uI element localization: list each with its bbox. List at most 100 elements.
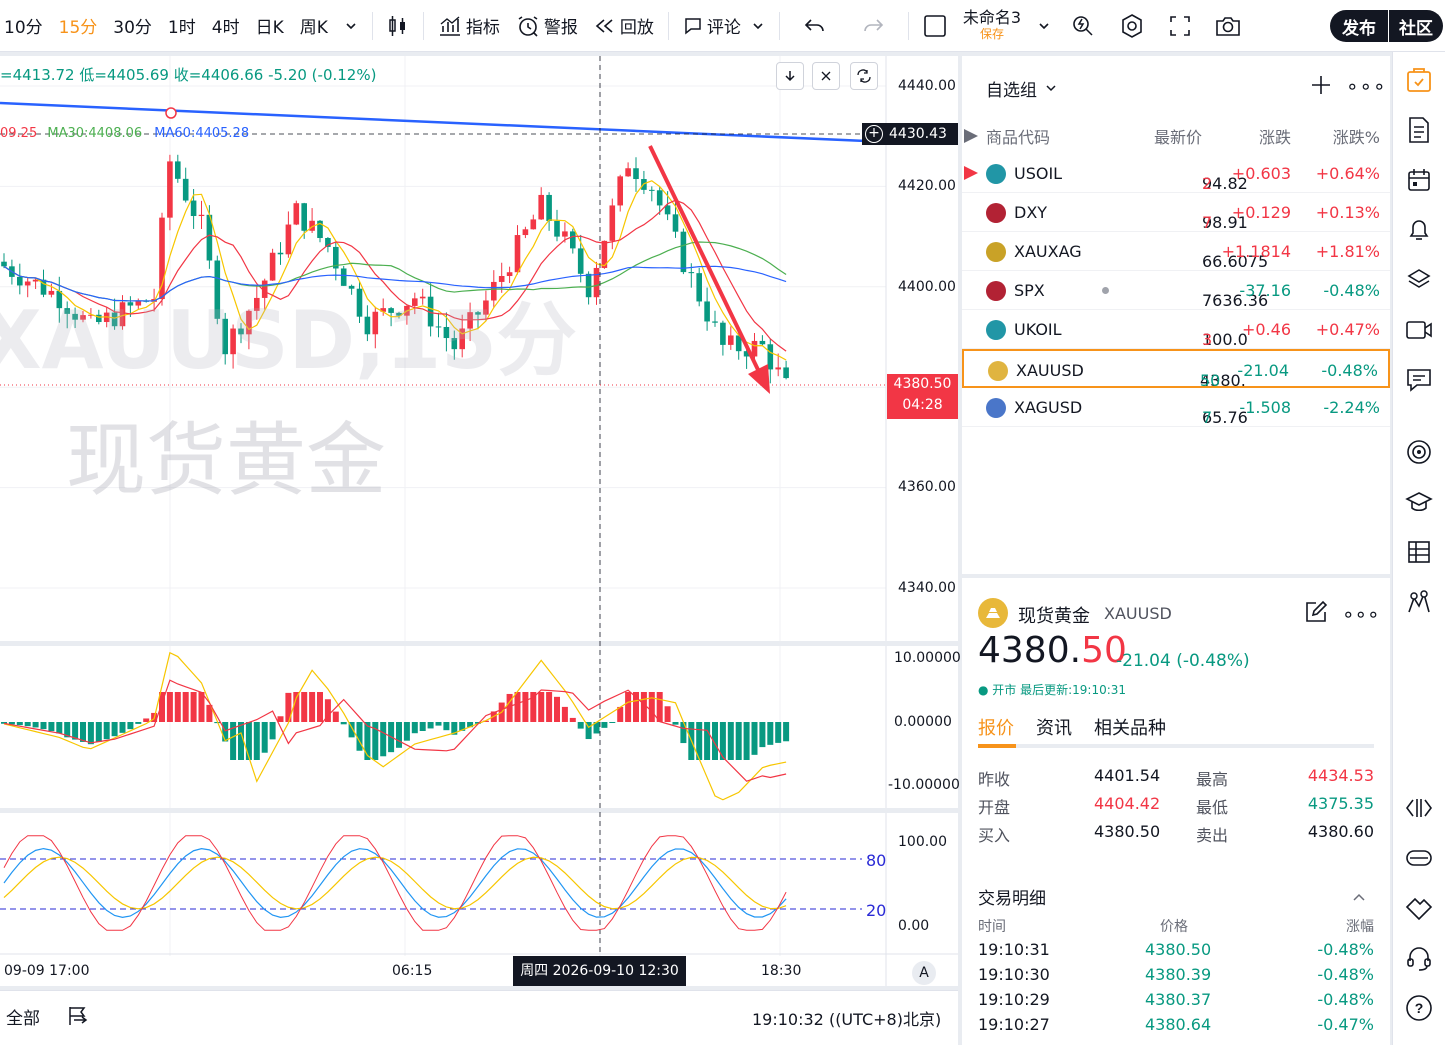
undo-button[interactable] [786,0,844,52]
auto-scale-button[interactable]: A [912,961,936,985]
price-tick: 4440.00 [898,78,956,94]
layers-side-icon[interactable] [1405,266,1433,294]
macd-histogram-bar [743,722,750,760]
collapse-button[interactable] [812,62,840,90]
news-side-icon[interactable] [1405,116,1433,144]
community-button[interactable]: 社区 [1389,10,1443,42]
layout-name-button[interactable]: 未命名3 保存 [955,0,1029,52]
interval-15m[interactable]: 15分 [51,0,106,52]
interval-1d[interactable]: 日K [248,0,292,52]
layout-chevron-down-icon[interactable] [1029,0,1059,52]
watchlist-row-usoil[interactable]: USOIL 94.82 2 +0.603 +0.64% [962,154,1390,193]
price-chart-canvas[interactable] [0,56,958,986]
bell-side-icon[interactable] [1405,216,1433,244]
video-side-icon[interactable] [1405,316,1433,344]
pane-separator [0,808,958,813]
macd-histogram-bar [174,692,181,722]
chevron-up-icon[interactable] [1352,888,1366,907]
candle-type-icon[interactable] [379,0,417,52]
watchlist-header: 商品代码 最新价 涨跌 涨跌% [962,122,1390,148]
settings-button[interactable] [1107,0,1157,52]
macd-histogram-bar [293,692,300,722]
macd-histogram-bar [609,722,616,723]
candle-body [175,161,181,179]
macd-tick: 0.00000 [894,714,952,730]
mask-side-icon[interactable] [1405,844,1433,872]
macd-histogram-bar [601,722,608,728]
chart-area[interactable]: XAUUSD,15分 现货黄金 =4413.72 低=4405.69 收=440… [0,56,961,986]
interval-30m[interactable]: 30分 [105,0,160,52]
candle-body [609,205,616,241]
watchlist-title[interactable]: 自选组 [986,76,1057,101]
watchlist-row-xauxag[interactable]: XAUXAG 66.6075 +1.1814 +1.81% [962,232,1390,271]
candle-body [546,194,552,221]
tab-quote[interactable]: 报价 [978,714,1014,740]
range-all-button[interactable]: 全部 [6,1004,40,1029]
row-symbol: XAUUSD [1016,361,1084,380]
watchlist-row-xagusd[interactable]: XAGUSD 65.76 7 -1.508 -2.24% [962,388,1390,427]
calendar-side-icon[interactable] [1405,166,1433,194]
macd-histogram-bar [190,692,197,722]
headset-side-icon[interactable] [1405,944,1433,972]
plus-circle-icon[interactable]: + [865,125,883,143]
interval-4h[interactable]: 4时 [204,0,248,52]
publish-button[interactable]: 发布 [1330,10,1388,42]
top-toolbar: 10分 15分 30分 1时 4时 日K 周K 指标 警报 回放 评论 未命名3… [0,0,1445,52]
edit-icon[interactable] [1304,600,1328,628]
col-change[interactable]: 涨跌 [1259,124,1291,148]
watchlist-row-dxy[interactable]: DXY 98.91 7 +0.129 +0.13% [962,193,1390,232]
interval-1h[interactable]: 1时 [160,0,204,52]
tab-related[interactable]: 相关品种 [1094,714,1166,740]
fullscreen-button[interactable] [1157,0,1203,52]
candle-body [182,178,189,201]
add-symbol-icon[interactable] [1310,74,1332,100]
macd-histogram-bar [561,706,568,722]
interval-10m[interactable]: 10分 [0,0,51,52]
tab-news[interactable]: 资讯 [1036,714,1072,740]
macd-histogram-bar [751,722,758,755]
replay-button[interactable]: 回放 [586,0,662,52]
row-price-tail: 7 [1202,408,1213,427]
handshake-side-icon[interactable] [1405,894,1433,922]
help-side-icon[interactable]: ? [1405,994,1433,1022]
macd-histogram-bar [95,722,102,742]
target-side-icon[interactable] [1405,438,1433,466]
interval-1w[interactable]: 周K [292,0,336,52]
network-side-icon[interactable] [1405,588,1433,616]
watchlist-row-ukoil[interactable]: UKOIL 100.0 3 +0.46 +0.47% [962,310,1390,349]
clock-readout[interactable]: 19:10:32 ((UTC+8)北京) [752,1006,941,1030]
macd-histogram-bar [656,692,663,722]
candle-body [277,252,284,255]
trendline-anchor [165,107,177,119]
trade-pct: -0.48% [1317,990,1374,1009]
table-side-icon[interactable] [1405,538,1433,566]
indicators-button[interactable]: 指标 [430,0,508,52]
candle-body [198,214,205,217]
macd-histogram-bar [143,718,150,722]
screenshot-button[interactable] [1203,0,1253,52]
comment-button[interactable]: 评论 [675,0,773,52]
col-change-pct[interactable]: 涨跌% [1333,124,1380,148]
chat-side-icon[interactable] [1405,366,1433,394]
goto-date-icon[interactable] [66,1004,90,1033]
more-icon[interactable]: ∘∘∘ [1346,74,1387,98]
stat-label: 最高 [1196,770,1229,789]
row-symbol: DXY [1014,203,1048,222]
education-side-icon[interactable] [1405,488,1433,516]
col-last[interactable]: 最新价 [1154,124,1202,148]
alert-button[interactable]: 警报 [508,0,586,52]
code-side-icon[interactable] [1405,794,1433,822]
more-icon[interactable]: ∘∘∘ [1342,602,1380,626]
redo-button[interactable] [844,0,902,52]
scroll-down-button[interactable] [776,62,804,90]
quick-search-button[interactable] [1059,0,1107,52]
layout-square-button[interactable] [915,0,955,52]
watchlist-row-spx[interactable]: SPX 7636.36 -37.16 -0.48% [962,271,1390,310]
interval-dropdown-chevron-icon[interactable] [336,0,366,52]
reset-chart-button[interactable] [850,62,878,90]
macd-histogram-bar [767,722,774,745]
watchlist-side-icon[interactable] [1405,66,1433,94]
col-symbol[interactable]: 商品代码 [986,124,1050,148]
watchlist-row-xauusd[interactable]: XAUUSD 4380. 50 -21.04 -0.48% [962,349,1390,390]
macd-histogram-bar [309,692,316,722]
